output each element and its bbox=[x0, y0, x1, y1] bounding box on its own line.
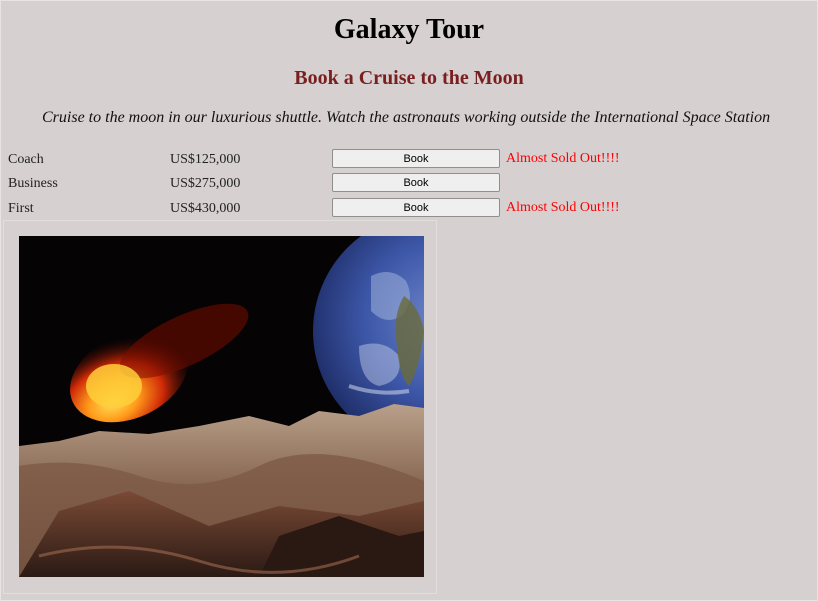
book-first-button[interactable]: Book bbox=[332, 198, 500, 217]
ticket-class: Coach bbox=[8, 152, 44, 167]
ticket-class: Business bbox=[8, 176, 58, 191]
ticket-row-business: Business US$275,000 Book bbox=[0, 173, 818, 195]
image-container bbox=[3, 220, 437, 594]
availability-status: Almost Sold Out!!!! bbox=[506, 200, 620, 215]
page-title: Galaxy Tour bbox=[333, 14, 485, 45]
ticket-price: US$430,000 bbox=[170, 201, 241, 216]
ticket-row-first: First US$430,000 Book Almost Sold Out!!!… bbox=[0, 198, 818, 220]
moon-scene-image bbox=[19, 236, 424, 577]
availability-status: Almost Sold Out!!!! bbox=[506, 151, 620, 166]
ticket-price: US$125,000 bbox=[170, 152, 241, 167]
ticket-class: First bbox=[8, 201, 34, 216]
page-subtitle: Book a Cruise to the Moon bbox=[294, 67, 524, 89]
book-business-button[interactable]: Book bbox=[332, 173, 500, 192]
ticket-price: US$275,000 bbox=[170, 176, 241, 191]
book-coach-button[interactable]: Book bbox=[332, 149, 500, 168]
tour-description: Cruise to the moon in our luxurious shut… bbox=[42, 109, 771, 126]
ticket-row-coach: Coach US$125,000 Book Almost Sold Out!!!… bbox=[0, 149, 818, 171]
